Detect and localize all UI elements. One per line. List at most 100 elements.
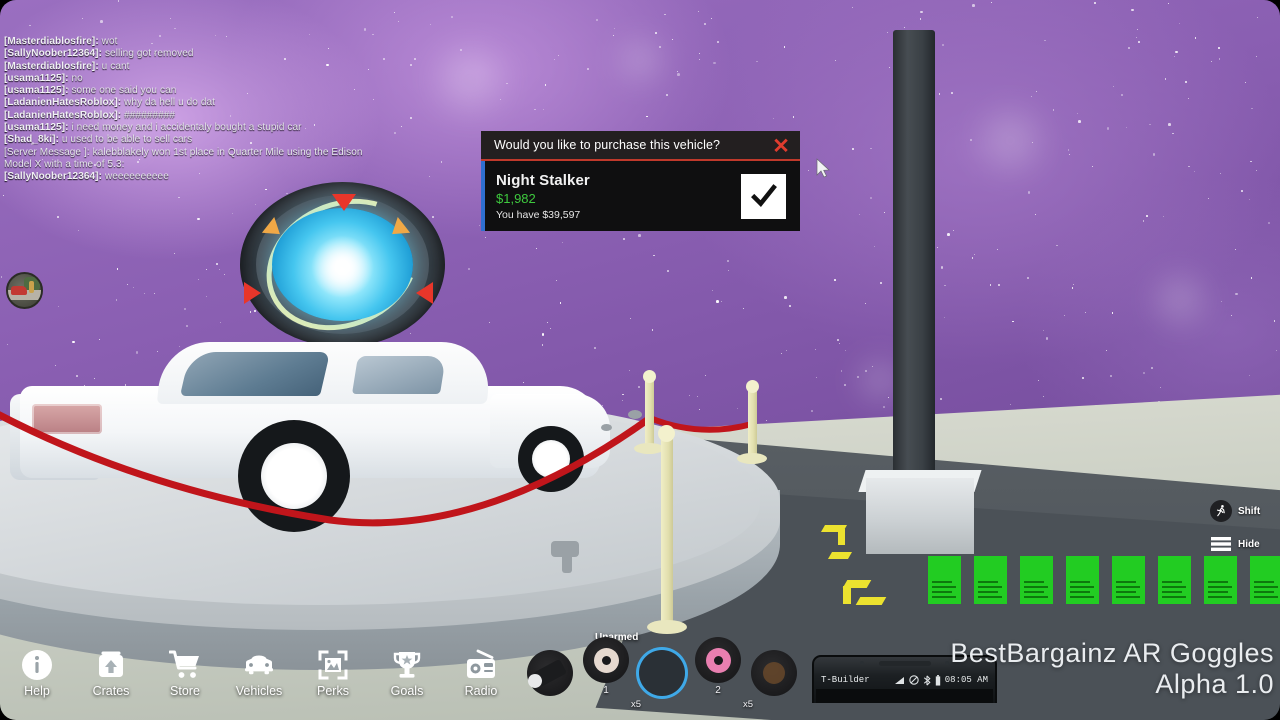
hotbar-slot-number: 2 (715, 685, 721, 696)
ground-prop (562, 551, 572, 573)
shopping-cart-icon (168, 648, 202, 682)
chat-panel: [Masterdiablosfire]: wot [SallyNoober1236… (0, 34, 370, 186)
paper-line (1116, 581, 1136, 583)
paper-pickup-group[interactable] (928, 556, 1280, 604)
menu-item-label: Perks (317, 684, 349, 698)
check-icon (750, 184, 777, 207)
paper-pickup[interactable] (1066, 556, 1099, 604)
chat-username: [Masterdiablosfire]: (4, 60, 99, 72)
paper-pickup[interactable] (928, 556, 961, 604)
chat-text: u used to be able to sell cars (59, 134, 193, 146)
radio-icon (464, 648, 498, 682)
chat-username: [LadanienHatesRoblox]: (4, 109, 122, 121)
chat-message: [usama1125]: i need money and i accident… (4, 122, 366, 134)
hotbar-slot-number: 1 (603, 685, 609, 696)
chat-username: [Masterdiablosfire]: (4, 36, 99, 47)
watermark-line-2: Alpha 1.0 (1155, 669, 1274, 699)
paper-pickup[interactable] (1112, 556, 1145, 604)
hotbar-slot-icon[interactable] (751, 650, 797, 696)
overlay-watermark: BestBargainz AR Goggles Alpha 1.0 (950, 638, 1274, 700)
paper-line (1208, 586, 1232, 588)
menu-item-radio[interactable]: Radio (458, 648, 504, 720)
purchase-dialog[interactable]: Would you like to purchase this vehicle?… (481, 131, 800, 231)
paper-pickup[interactable] (1250, 556, 1280, 604)
menu-item-help[interactable]: Help (14, 648, 60, 720)
hotbar-slot[interactable] (525, 650, 573, 696)
portal-marker-top-icon (332, 194, 356, 211)
chat-message: [LadanienHatesRoblox]: why da hell u do … (4, 97, 366, 109)
chat-text: no (68, 72, 83, 84)
hotbar-slot-icon[interactable] (695, 637, 741, 683)
chat-message: [usama1125]: no (4, 73, 366, 85)
rope-stanchion-base-2 (737, 453, 767, 464)
chat-message: [SallyNoober12364]: selling got removed (4, 48, 366, 60)
paper-pickup[interactable] (1158, 556, 1191, 604)
hotbar-slot-icon[interactable] (639, 650, 685, 696)
road-marking (827, 552, 853, 559)
paper-line (932, 586, 956, 588)
chat-username: [LadanienHatesRoblox]: (4, 97, 122, 109)
confirm-purchase-button[interactable] (741, 173, 786, 219)
watermark-line-1: BestBargainz AR Goggles (950, 638, 1274, 668)
info-icon (20, 648, 54, 682)
paper-line (1024, 586, 1048, 588)
menu-item-store[interactable]: Store (162, 648, 208, 720)
run-icon[interactable] (1210, 500, 1232, 522)
chat-text: wot (98, 36, 118, 47)
rope-stanchion-base-1 (634, 443, 664, 454)
hotbar-slot-icon[interactable] (583, 637, 629, 683)
hotbar-slot[interactable] (751, 650, 797, 696)
sprint-control[interactable]: Shift (1210, 500, 1260, 522)
paper-line (1070, 591, 1090, 593)
hotbar-slot-icon[interactable] (525, 650, 573, 696)
paper-line (1162, 596, 1186, 598)
paper-line (978, 596, 1002, 598)
paper-line (1254, 581, 1274, 583)
rope-stanchion-cap-3 (658, 425, 675, 442)
paper-line (1254, 586, 1278, 588)
sprint-label: Shift (1238, 505, 1261, 517)
run-icon-glyph (1216, 505, 1225, 517)
avatar[interactable] (6, 272, 43, 309)
paper-line (978, 586, 1002, 588)
chat-username: [usama1125]: (4, 122, 69, 134)
chat-text: weeeeeeeeee (102, 171, 169, 183)
crate-icon (94, 648, 128, 682)
game-screen: [Masterdiablosfire]: wot [SallyNoober1236… (0, 0, 1280, 720)
paper-line (932, 596, 956, 598)
paper-line (1070, 581, 1090, 583)
menu-item-perks[interactable]: Perks (310, 648, 356, 720)
paper-pickup[interactable] (1204, 556, 1237, 604)
trophy-icon (390, 648, 424, 682)
menu-item-crates[interactable]: Crates (88, 648, 134, 720)
menu-item-goals[interactable]: Goals (384, 648, 430, 720)
hotbar-slot[interactable] (639, 650, 685, 696)
phone-speaker (878, 661, 931, 666)
hide-ui-control[interactable]: Hide (1210, 533, 1260, 555)
paper-line (932, 581, 952, 583)
paper-line (1024, 581, 1044, 583)
bottom-menu-bar: Help Crates Store Vehicles Perks Goals Radio (0, 634, 520, 720)
hamburger-menu-icon[interactable] (1210, 533, 1232, 555)
hide-label: Hide (1238, 538, 1260, 550)
mute-icon (909, 675, 919, 685)
chat-username: [Shad_8ki]: (4, 134, 60, 146)
chat-server-message: [Server Message ]: kalebblakely won 1st … (4, 146, 363, 170)
hotbar-slot[interactable]: 1 x5 (583, 637, 641, 710)
rope-stanchion-base-3 (647, 620, 687, 634)
hotbar-slot[interactable]: 2 x5 (695, 637, 753, 710)
vehicle-name: Night Stalker (496, 171, 590, 189)
paper-pickup[interactable] (974, 556, 1007, 604)
paper-pickup[interactable] (1020, 556, 1053, 604)
hotbar: 1 x5 2 x5 (525, 637, 797, 710)
paper-line (1162, 581, 1182, 583)
close-icon[interactable]: ✕ (770, 135, 792, 157)
menu-item-vehicles[interactable]: Vehicles (236, 648, 282, 720)
avatar-car (11, 286, 27, 295)
paper-line (1162, 591, 1182, 593)
paper-line (1116, 596, 1140, 598)
chat-text: i need money and i accidentaly bought a … (68, 122, 302, 134)
hamburger-menu-icon-glyph (1211, 537, 1231, 551)
chat-message: [Masterdiablosfire]: wot (4, 36, 366, 48)
road-marking (843, 586, 851, 604)
